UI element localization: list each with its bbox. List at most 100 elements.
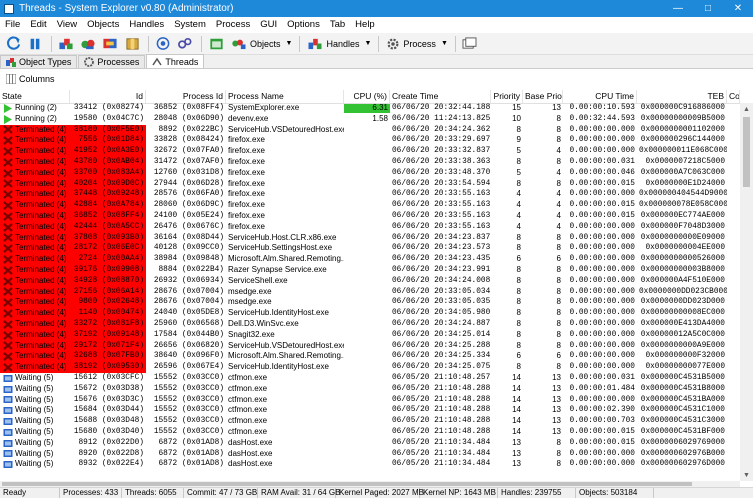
table-row[interactable]: Terminated (4) 37808 (0x093B0) 36164 (0x08… xyxy=(0,232,740,244)
minimize-button[interactable]: — xyxy=(663,0,693,17)
network-button[interactable] xyxy=(153,35,173,53)
table-row[interactable]: Terminated (4) 32688 (0x07FB0) 38640 (0x09… xyxy=(0,351,740,363)
table-row[interactable]: Terminated (4) 34928 (0x08870) 26932 (0x06… xyxy=(0,275,740,287)
pause-icon xyxy=(30,38,40,49)
table-row[interactable]: Running (2) 19580 (0x04C7C) 28048 (0x06D90… xyxy=(0,114,740,125)
menu-help[interactable]: Help xyxy=(350,19,380,30)
menu-process[interactable]: Process xyxy=(211,19,255,30)
table-row[interactable]: Waiting (5) 15680 (0x03D40) 15552 (0x03CC0… xyxy=(0,427,740,438)
table-row[interactable]: Terminated (4) 29172 (0x071F4) 26656 (0x06… xyxy=(0,340,740,352)
scroll-down-icon[interactable]: ▼ xyxy=(740,469,753,481)
col-teb[interactable]: TEB xyxy=(637,90,727,103)
table-row[interactable]: Terminated (4) 36852 (0x08FF4) 24100 (0x05… xyxy=(0,210,740,222)
col-state[interactable]: State xyxy=(0,90,70,103)
objects-dropdown[interactable]: Objects ▼ xyxy=(228,35,295,53)
table-row[interactable]: Waiting (5) 15672 (0x03D38) 15552 (0x03CC0… xyxy=(0,384,740,395)
vertical-scrollbar[interactable]: ▲ ▼ xyxy=(740,103,753,481)
table-row[interactable]: Waiting (5) 15612 (0x03CFC) 15552 (0x03CC0… xyxy=(0,373,740,384)
table-row[interactable]: Running (2) 33412 (0x08274) 36852 (0x08FF4… xyxy=(0,103,740,114)
table-row[interactable]: Terminated (4) 2724 (0x00AA4) 38984 (0x098… xyxy=(0,254,740,265)
tab-object-types[interactable]: Object Types xyxy=(0,55,78,68)
process-dropdown[interactable]: Process ▼ xyxy=(383,35,450,53)
table-row[interactable]: Terminated (4) 1140 (0x00474) 24040 (0x05D… xyxy=(0,308,740,319)
process-tree-button[interactable] xyxy=(56,35,76,53)
col-create-time[interactable]: Create Time xyxy=(390,90,491,103)
packages-button[interactable] xyxy=(122,35,142,53)
handles-dropdown[interactable]: Handles ▼ xyxy=(304,35,374,53)
col-process-id[interactable]: Process Id xyxy=(146,90,226,103)
cell-base: 8 xyxy=(556,113,561,123)
scroll-thumb[interactable] xyxy=(743,117,750,187)
col-cpu[interactable]: CPU (%) xyxy=(344,90,390,103)
table-row[interactable]: Terminated (4) 41952 (0x0A3E0) 32672 (0x07… xyxy=(0,146,740,157)
services-button[interactable] xyxy=(100,35,120,53)
cell-state: Terminated (4) xyxy=(0,156,70,168)
state-text: Terminated (4) xyxy=(15,210,67,220)
col-cpu-time[interactable]: CPU Time xyxy=(563,90,637,103)
menu-tab[interactable]: Tab xyxy=(325,19,350,30)
table-row[interactable]: Terminated (4) 9800 (0x02648) 28676 (0x070… xyxy=(0,297,740,309)
columns-button[interactable]: Columns xyxy=(19,74,55,84)
modules-button[interactable] xyxy=(78,35,98,53)
table-row[interactable]: Terminated (4) 40204 (0x09D0C) 27944 (0x06… xyxy=(0,178,740,190)
cell-state: Terminated (4) xyxy=(0,351,70,363)
table-row[interactable]: Terminated (4) 38192 (0x09530) 26596 (0x06… xyxy=(0,362,740,373)
scroll-thumb[interactable] xyxy=(2,482,692,486)
maximize-button[interactable]: □ xyxy=(693,0,723,17)
cell-cputime: 0.00:00:00.000 xyxy=(569,319,635,328)
pause-button[interactable] xyxy=(25,35,45,53)
scroll-up-icon[interactable]: ▲ xyxy=(740,103,753,115)
cell-cpu xyxy=(344,341,390,352)
col-priority[interactable]: Priority xyxy=(491,90,523,103)
tab-processes[interactable]: Processes xyxy=(78,55,146,68)
table-row[interactable]: Terminated (4) 27156 (0x06A14) 28676 (0x07… xyxy=(0,286,740,298)
table-row[interactable]: Waiting (5) 8932 (0x022E4) 6872 (0x01AD8) d… xyxy=(0,459,740,470)
col-process-name[interactable]: Process Name xyxy=(226,90,344,103)
state-text: Terminated (4) xyxy=(15,135,67,145)
menu-file[interactable]: File xyxy=(0,19,25,30)
table-row[interactable]: Waiting (5) 15688 (0x03D48) 15552 (0x03CC0… xyxy=(0,416,740,427)
menu-edit[interactable]: Edit xyxy=(25,19,51,30)
cell-teb: 0x000000C916886000 xyxy=(640,104,725,112)
cell-state: Terminated (4) xyxy=(0,178,70,190)
col-base-priority[interactable]: Base Prio... xyxy=(523,90,563,103)
cell-prio: 8 xyxy=(516,156,521,166)
refresh-button[interactable] xyxy=(3,35,23,53)
objects-label: Objects xyxy=(250,38,281,49)
waiting-icon xyxy=(3,417,13,426)
cell-cputime: 0.00:00:00.703 xyxy=(569,417,635,426)
tab-threads[interactable]: Threads xyxy=(146,54,205,68)
window-button[interactable] xyxy=(206,35,226,53)
table-row[interactable]: Terminated (4) 33700 (0x083A4) 12760 (0x03… xyxy=(0,167,740,179)
col-id[interactable]: Id xyxy=(70,90,146,103)
menu-options[interactable]: Options xyxy=(282,19,325,30)
table-row[interactable]: Terminated (4) 7556 (0x01D84) 33828 (0x084… xyxy=(0,135,740,147)
menu-system[interactable]: System xyxy=(169,19,211,30)
processes-icon xyxy=(84,57,95,67)
table-row[interactable]: Terminated (4) 42884 (0x0A784) 28060 (0x06… xyxy=(0,200,740,211)
find-button[interactable] xyxy=(175,35,195,53)
state-text: Terminated (4) xyxy=(15,340,67,350)
table-row[interactable]: Terminated (4) 42444 (0x0A5CC) 26476 (0x06… xyxy=(0,221,740,233)
windows-button[interactable] xyxy=(460,35,480,53)
table-header: State Id Process Id Process Name CPU (%)… xyxy=(0,90,753,104)
cell-cputime: 0.00:00:00.000 xyxy=(569,395,635,404)
col-co[interactable]: Co xyxy=(727,90,740,103)
table-row[interactable]: Terminated (4) 33272 (0x081F8) 25960 (0x06… xyxy=(0,318,740,330)
table-row[interactable]: Waiting (5) 15676 (0x03D3C) 15552 (0x03CC0… xyxy=(0,395,740,406)
menu-gui[interactable]: GUI xyxy=(255,19,282,30)
close-button[interactable]: ✕ xyxy=(723,0,753,17)
table-row[interactable]: Terminated (4) 37448 (0x09248) 28576 (0x06… xyxy=(0,189,740,201)
table-row[interactable]: Terminated (4) 39176 (0x09908) 8884 (0x022… xyxy=(0,264,740,276)
menu-objects[interactable]: Objects xyxy=(82,19,124,30)
table-row[interactable]: Terminated (4) 37192 (0x09148) 17584 (0x04… xyxy=(0,329,740,341)
table-row[interactable]: Terminated (4) 43780 (0x0AB04) 31472 (0x07… xyxy=(0,156,740,168)
table-row[interactable]: Waiting (5) 15684 (0x03D44) 15552 (0x03CC0… xyxy=(0,405,740,416)
table-row[interactable]: Terminated (4) 28172 (0x06E0C) 40128 (0x09… xyxy=(0,243,740,255)
table-row[interactable]: Waiting (5) 8912 (0x022D0) 6872 (0x01AD8) d… xyxy=(0,438,740,449)
menu-handles[interactable]: Handles xyxy=(124,19,169,30)
table-row[interactable]: Terminated (4) 38180 (0x0F5E0) 8892 (0x022… xyxy=(0,124,740,136)
refresh-icon xyxy=(6,36,20,50)
menu-view[interactable]: View xyxy=(52,19,82,30)
table-row[interactable]: Waiting (5) 8920 (0x022D8) 6872 (0x01AD8) d… xyxy=(0,449,740,460)
